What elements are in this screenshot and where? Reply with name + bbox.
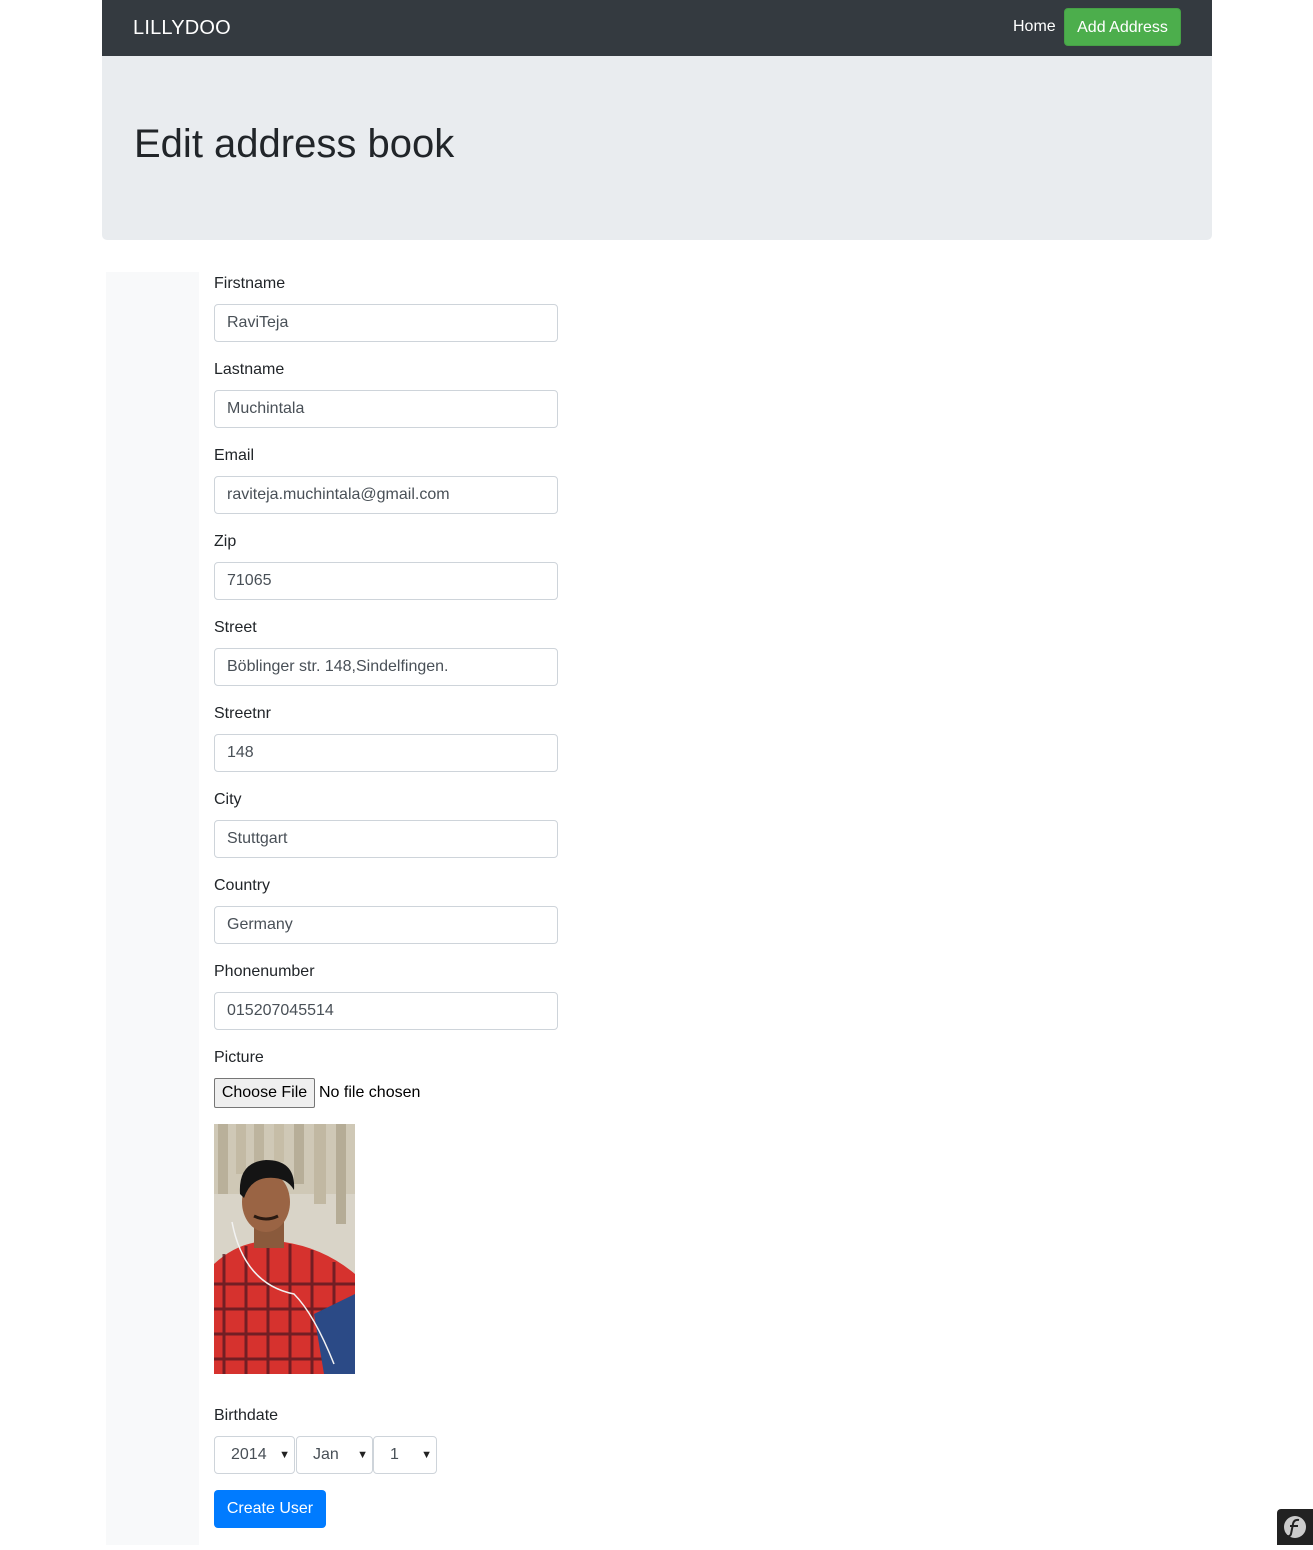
street-label: Street [214, 619, 257, 636]
choose-file-button[interactable]: Choose File [214, 1078, 315, 1108]
profile-photo-image [214, 1124, 355, 1374]
birth-year-select[interactable]: 2014 ▼ [214, 1436, 295, 1474]
email-input[interactable]: raviteja.muchintala@gmail.com [214, 476, 558, 514]
file-status-text: No file chosen [319, 1084, 421, 1101]
sidebar [106, 272, 199, 1545]
symfony-toolbar-toggle[interactable] [1277, 1509, 1313, 1545]
country-input[interactable]: Germany [214, 906, 558, 944]
birth-month-select[interactable]: Jan ▼ [296, 1436, 373, 1474]
phonenumber-label: Phonenumber [214, 963, 315, 980]
zip-input[interactable]: 71065 [214, 562, 558, 600]
chevron-down-icon: ▼ [279, 1449, 290, 1461]
city-input[interactable]: Stuttgart [214, 820, 558, 858]
firstname-input[interactable]: RaviTeja [214, 304, 558, 342]
chevron-down-icon: ▼ [421, 1449, 432, 1461]
street-input[interactable]: Böblinger str. 148,Sindelfingen. [214, 648, 558, 686]
lastname-label: Lastname [214, 361, 285, 378]
streetnr-input[interactable]: 148 [214, 734, 558, 772]
brand-logo[interactable]: LILLYDOO [133, 16, 231, 40]
page-title: Edit address book [134, 122, 455, 166]
chevron-down-icon: ▼ [357, 1449, 368, 1461]
home-link[interactable]: Home [1013, 17, 1056, 37]
zip-label: Zip [214, 533, 237, 550]
birthdate-label: Birthdate [214, 1407, 279, 1424]
email-label: Email [214, 447, 255, 464]
firstname-label: Firstname [214, 275, 286, 292]
add-address-button[interactable]: Add Address [1064, 8, 1181, 46]
symfony-logo-icon [1284, 1516, 1306, 1538]
birth-day-value: 1 [390, 1446, 399, 1463]
streetnr-label: Streetnr [214, 705, 271, 722]
city-label: City [214, 791, 242, 808]
country-label: Country [214, 877, 271, 894]
birth-month-value: Jan [313, 1446, 339, 1463]
lastname-input[interactable]: Muchintala [214, 390, 558, 428]
create-user-button[interactable]: Create User [214, 1490, 326, 1528]
birth-year-value: 2014 [231, 1446, 267, 1463]
phonenumber-input[interactable]: 015207045514 [214, 992, 558, 1030]
picture-label: Picture [214, 1049, 264, 1066]
top-navbar: LILLYDOO Home Add Address [102, 0, 1212, 56]
page-header: Edit address book [102, 56, 1212, 240]
birth-day-select[interactable]: 1 ▼ [373, 1436, 437, 1474]
profile-photo [214, 1124, 355, 1374]
